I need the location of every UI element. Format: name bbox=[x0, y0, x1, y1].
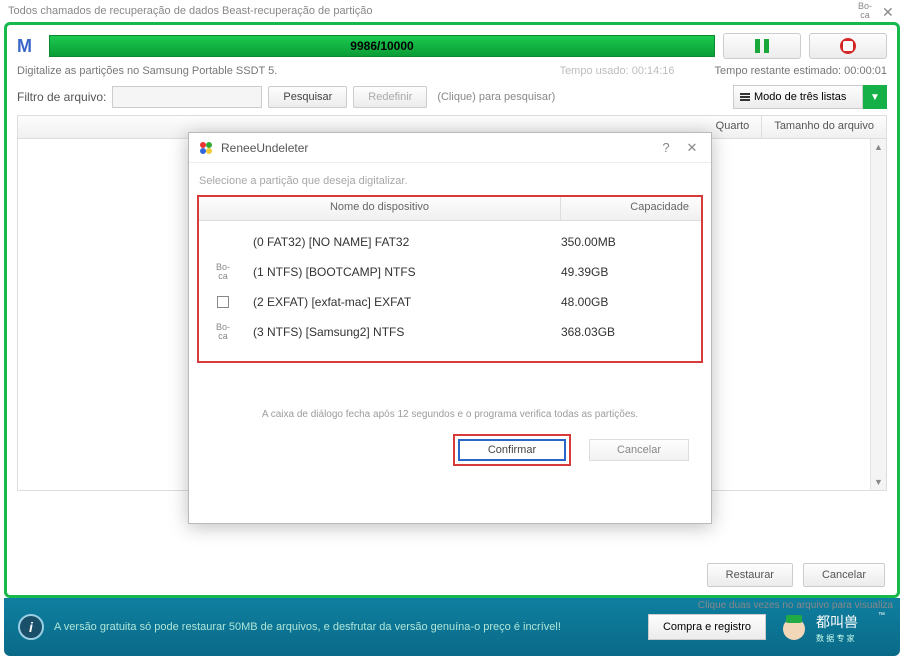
progress-row: M 9986/10000 bbox=[17, 33, 887, 59]
status-row: Digitalize as partições no Samsung Porta… bbox=[17, 65, 887, 77]
filter-input[interactable] bbox=[112, 86, 262, 108]
partition-capacity: 350.00MB bbox=[561, 235, 701, 249]
window-title: Todos chamados de recuperação de dados B… bbox=[8, 5, 858, 17]
scroll-up-icon[interactable]: ▲ bbox=[871, 139, 886, 155]
partition-icon: Bo- ca bbox=[199, 263, 247, 281]
svg-text:™: ™ bbox=[878, 612, 885, 619]
partition-table-header: Nome do dispositivo Capacidade bbox=[199, 197, 701, 221]
svg-text:都叫兽: 都叫兽 bbox=[816, 614, 858, 630]
mode-label: Modo de três listas bbox=[754, 91, 846, 103]
bottom-buttons: Restaurar Cancelar bbox=[707, 563, 885, 587]
partition-icon bbox=[199, 296, 247, 308]
reset-button[interactable]: Redefinir bbox=[353, 86, 427, 108]
dropdown-arrow-icon[interactable]: ▼ bbox=[863, 85, 887, 109]
search-hint: (Clique) para pesquisar) bbox=[437, 91, 555, 103]
col-capacity: Capacidade bbox=[561, 197, 701, 220]
drive-letter: M bbox=[17, 36, 41, 57]
partition-table: Nome do dispositivo Capacidade (0 FAT32)… bbox=[197, 195, 703, 363]
stop-button[interactable] bbox=[809, 33, 887, 59]
help-icon[interactable]: ? bbox=[657, 140, 675, 155]
partition-row[interactable]: (2 EXFAT) [exfat-mac] EXFAT48.00GB bbox=[199, 287, 701, 317]
dialog-titlebar: ReneeUndeleter ? ✕ bbox=[189, 133, 711, 163]
partition-table-body: (0 FAT32) [NO NAME] FAT32350.00MBBo- ca(… bbox=[199, 221, 701, 361]
mascot-logo: 都叫兽数 据 专 家 ™ bbox=[776, 605, 886, 649]
progress-text: 9986/10000 bbox=[350, 39, 413, 53]
info-icon: i bbox=[18, 614, 44, 640]
pause-button[interactable] bbox=[723, 33, 801, 59]
app-icon bbox=[199, 141, 213, 155]
partition-row[interactable]: Bo- ca(1 NTFS) [BOOTCAMP] NTFS49.39GB bbox=[199, 257, 701, 287]
col-quarto[interactable]: Quarto bbox=[704, 116, 763, 138]
view-mode-select[interactable]: Modo de três listas ▼ bbox=[733, 85, 887, 109]
preview-hint: Clique duas vezes no arquivo para visual… bbox=[698, 600, 893, 611]
cancel-button[interactable]: Cancelar bbox=[803, 563, 885, 587]
restore-button[interactable]: Restaurar bbox=[707, 563, 793, 587]
footer-message: A versão gratuita só pode restaurar 50MB… bbox=[54, 621, 638, 633]
partition-row[interactable]: Bo- ca(3 NTFS) [Samsung2] NTFS368.03GB bbox=[199, 317, 701, 347]
dialog-subtitle: Selecione a partição que deseja digitali… bbox=[189, 163, 711, 195]
scrollbar[interactable]: ▲ ▼ bbox=[870, 139, 886, 490]
partition-capacity: 48.00GB bbox=[561, 295, 701, 309]
confirm-highlight: Confirmar bbox=[453, 434, 571, 466]
titlebar: Todos chamados de recuperação de dados B… bbox=[0, 0, 904, 22]
partition-capacity: 49.39GB bbox=[561, 265, 701, 279]
filter-row: Filtro de arquivo: Pesquisar Redefinir (… bbox=[17, 85, 887, 109]
col-device: Nome do dispositivo bbox=[199, 197, 561, 220]
scan-status-text: Digitalize as partições no Samsung Porta… bbox=[17, 65, 560, 77]
progress-bar: 9986/10000 bbox=[49, 35, 715, 57]
svg-text:数 据 专 家: 数 据 专 家 bbox=[816, 633, 855, 643]
time-remaining: Tempo restante estimado: 00:00:01 bbox=[715, 65, 887, 77]
partition-icon: Bo- ca bbox=[199, 323, 247, 341]
col-size[interactable]: Tamanho do arquivo bbox=[762, 116, 886, 138]
buy-button[interactable]: Compra e registro bbox=[648, 614, 766, 640]
partition-row[interactable]: (0 FAT32) [NO NAME] FAT32350.00MB bbox=[199, 227, 701, 257]
dialog-buttons: Confirmar Cancelar bbox=[189, 420, 711, 466]
search-button[interactable]: Pesquisar bbox=[268, 86, 347, 108]
partition-name: (0 FAT32) [NO NAME] FAT32 bbox=[247, 235, 561, 249]
dialog-cancel-button[interactable]: Cancelar bbox=[589, 439, 689, 461]
time-used: Tempo usado: 00:14:16 bbox=[560, 65, 675, 77]
dialog-title: ReneeUndeleter bbox=[221, 141, 308, 155]
close-icon[interactable]: ✕ bbox=[882, 4, 896, 18]
partition-name: (2 EXFAT) [exfat-mac] EXFAT bbox=[247, 295, 561, 309]
filter-label: Filtro de arquivo: bbox=[17, 90, 106, 104]
checkbox-icon[interactable] bbox=[217, 296, 229, 308]
confirm-button[interactable]: Confirmar bbox=[458, 439, 566, 461]
list-icon bbox=[740, 93, 750, 101]
stop-icon bbox=[840, 38, 856, 54]
dialog-note: A caixa de diálogo fecha após 12 segundo… bbox=[189, 409, 711, 420]
boca-label: Bo- ca bbox=[858, 2, 872, 20]
partition-name: (1 NTFS) [BOOTCAMP] NTFS bbox=[247, 265, 561, 279]
scroll-down-icon[interactable]: ▼ bbox=[871, 474, 886, 490]
partition-name: (3 NTFS) [Samsung2] NTFS bbox=[247, 325, 561, 339]
dialog-close-icon[interactable]: ✕ bbox=[683, 140, 701, 156]
partition-dialog: ReneeUndeleter ? ✕ Selecione a partição … bbox=[188, 132, 712, 524]
pause-icon bbox=[755, 39, 769, 53]
partition-capacity: 368.03GB bbox=[561, 325, 701, 339]
